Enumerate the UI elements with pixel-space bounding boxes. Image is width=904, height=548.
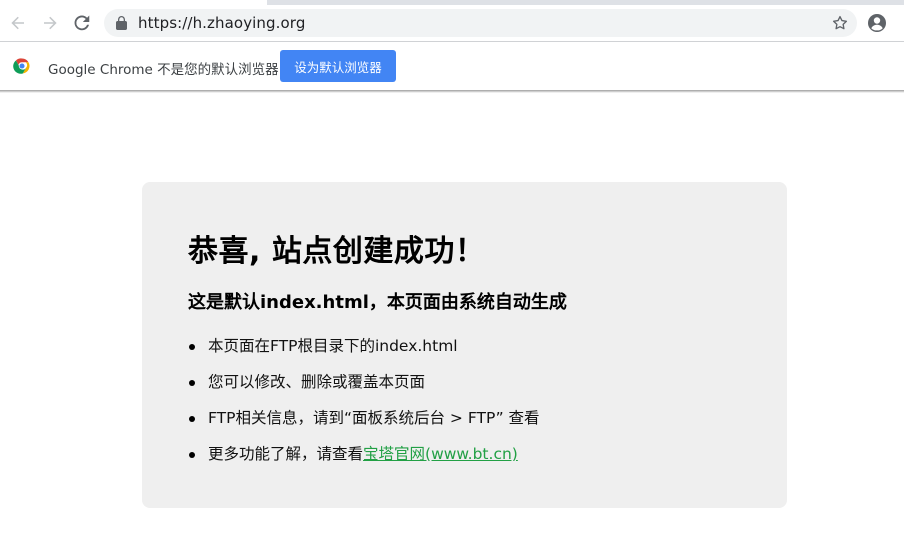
account-circle-icon xyxy=(868,14,886,32)
bullet-icon xyxy=(189,452,195,458)
infobar-message: Google Chrome 不是您的默认浏览器 xyxy=(48,62,279,78)
list-item-text: 更多功能了解，请查看 xyxy=(208,445,364,463)
forward-button[interactable] xyxy=(36,9,64,37)
browser-toolbar: https://h.zhaoying.org xyxy=(0,5,904,41)
star-icon[interactable] xyxy=(831,14,849,32)
set-default-browser-button[interactable]: 设为默认浏览器 xyxy=(280,50,396,82)
bt-website-link[interactable]: 宝塔官网(www.bt.cn) xyxy=(363,445,518,463)
bullet-icon xyxy=(189,416,195,422)
list-item-text: 本页面在FTP根目录下的index.html xyxy=(208,337,458,355)
list-item-text: FTP相关信息，请到“面板系统后台 > FTP” 查看 xyxy=(208,409,540,427)
bullet-icon xyxy=(189,380,195,386)
list-item: FTP相关信息，请到“面板系统后台 > FTP” 查看 xyxy=(188,406,540,442)
page-subtitle: 这是默认index.html，本页面由系统自动生成 xyxy=(188,292,567,313)
default-browser-infobar: Google Chrome 不是您的默认浏览器 设为默认浏览器 xyxy=(0,42,904,90)
arrow-left-icon xyxy=(11,16,24,30)
info-list: 本页面在FTP根目录下的index.html 您可以修改、删除或覆盖本页面 FT… xyxy=(188,334,540,478)
bullet-icon xyxy=(189,344,195,350)
infobar-shadow xyxy=(0,90,904,93)
profile-button[interactable] xyxy=(867,13,887,37)
page-title: 恭喜, 站点创建成功！ xyxy=(188,234,486,269)
reload-button[interactable] xyxy=(68,9,96,37)
list-item-text: 您可以修改、删除或覆盖本页面 xyxy=(208,373,426,391)
list-item: 您可以修改、删除或覆盖本页面 xyxy=(188,370,540,406)
lock-icon xyxy=(116,16,127,30)
welcome-card: 恭喜, 站点创建成功！ 这是默认index.html，本页面由系统自动生成 本页… xyxy=(142,182,787,508)
arrow-right-icon xyxy=(44,16,57,30)
chrome-logo-icon xyxy=(13,58,30,74)
url-text[interactable]: https://h.zhaoying.org xyxy=(138,14,305,32)
back-button[interactable] xyxy=(4,9,32,37)
address-bar[interactable]: https://h.zhaoying.org xyxy=(104,9,857,37)
list-item: 更多功能了解，请查看宝塔官网(www.bt.cn) xyxy=(188,442,540,478)
reload-icon xyxy=(74,15,90,31)
list-item: 本页面在FTP根目录下的index.html xyxy=(188,334,540,370)
